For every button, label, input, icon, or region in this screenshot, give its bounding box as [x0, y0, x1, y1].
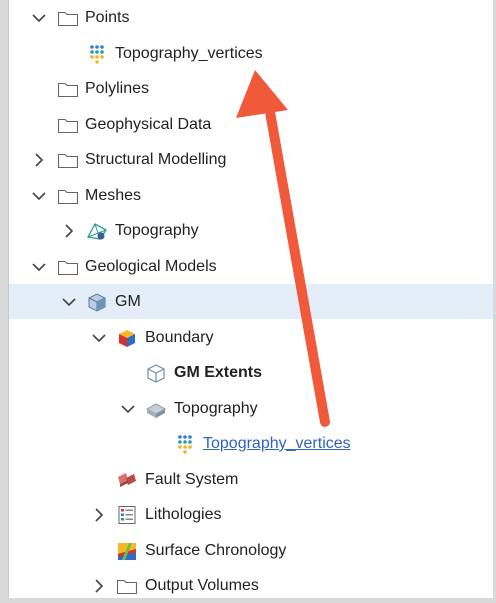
chevron-right-icon[interactable]	[91, 507, 107, 523]
tree-item-gm[interactable]: GM	[9, 284, 493, 319]
tree-item-surface-chronology[interactable]: Surface Chronology	[9, 533, 493, 568]
tree-item-label: Topography	[115, 222, 199, 239]
chevron-down-icon[interactable]	[31, 188, 47, 204]
tree-item-label: Lithologies	[145, 506, 222, 523]
chevron-down-icon[interactable]	[61, 294, 77, 310]
tree-item-label: Topography	[174, 400, 258, 417]
tree-item-label: Structural Modelling	[85, 151, 227, 168]
tree-item-label: Points	[85, 9, 130, 26]
folder-icon	[57, 189, 79, 205]
tree-item-topography-vertices[interactable]: Topography_vertices	[9, 36, 493, 71]
tree-item-points[interactable]: Points	[9, 0, 493, 35]
chevron-down-icon[interactable]	[120, 401, 136, 417]
chevron-down-icon[interactable]	[31, 10, 47, 26]
mesh-icon	[86, 223, 107, 240]
chevron-right-icon[interactable]	[31, 152, 47, 168]
extents-cube-icon	[147, 364, 165, 383]
folder-icon	[57, 82, 79, 98]
tree-item-topography-vertices-link[interactable]: Topography_vertices	[9, 426, 493, 461]
tree-item-topography-mesh[interactable]: Topography	[9, 213, 493, 248]
tree-item-structural-modelling[interactable]: Structural Modelling	[9, 142, 493, 177]
fault-system-icon	[118, 473, 136, 487]
tree-item-label: Geophysical Data	[85, 116, 212, 133]
tree-item-link-label[interactable]: Topography_vertices	[203, 434, 351, 454]
tree-item-gm-extents[interactable]: GM Extents	[9, 355, 493, 390]
tree-item-meshes[interactable]: Meshes	[9, 178, 493, 213]
project-tree: Points Topography_vertices Polylines Geo…	[8, 0, 493, 598]
surface-chronology-icon	[118, 543, 136, 560]
folder-icon	[116, 579, 138, 595]
tree-item-geological-models[interactable]: Geological Models	[9, 249, 493, 284]
chevron-down-icon[interactable]	[91, 330, 107, 346]
tree-item-label: Geological Models	[85, 258, 217, 275]
points-dots-icon	[178, 435, 192, 454]
chevron-down-icon[interactable]	[31, 259, 47, 275]
tree-item-label: Output Volumes	[145, 577, 259, 594]
points-dots-icon	[90, 45, 104, 64]
boundary-cube-icon	[119, 330, 135, 347]
lithologies-list-icon	[118, 506, 136, 524]
tree-item-label: Topography_vertices	[115, 45, 263, 62]
tree-item-lithologies[interactable]: Lithologies	[9, 497, 493, 532]
tree-item-boundary[interactable]: Boundary	[9, 320, 493, 355]
tree-item-label: Fault System	[145, 471, 239, 488]
tree-item-label: Boundary	[145, 329, 214, 346]
tree-item-label: Polylines	[85, 80, 150, 97]
folder-icon	[57, 11, 79, 27]
tree-item-label: GM	[115, 293, 141, 310]
tree-item-topography-surface[interactable]: Topography	[9, 391, 493, 426]
chevron-right-icon[interactable]	[61, 223, 77, 239]
folder-icon	[57, 260, 79, 276]
folder-icon	[57, 118, 79, 134]
chevron-right-icon[interactable]	[91, 578, 107, 594]
tree-item-fault-system[interactable]: Fault System	[9, 462, 493, 497]
surface-icon	[145, 403, 167, 418]
geological-model-icon	[88, 293, 106, 312]
tree-item-geophysical-data[interactable]: Geophysical Data	[9, 107, 493, 142]
folder-icon	[57, 153, 79, 169]
tree-item-label: GM Extents	[174, 364, 263, 381]
tree-item-label: Surface Chronology	[145, 542, 287, 559]
tree-item-label: Meshes	[85, 187, 142, 204]
tree-item-polylines[interactable]: Polylines	[9, 71, 493, 106]
